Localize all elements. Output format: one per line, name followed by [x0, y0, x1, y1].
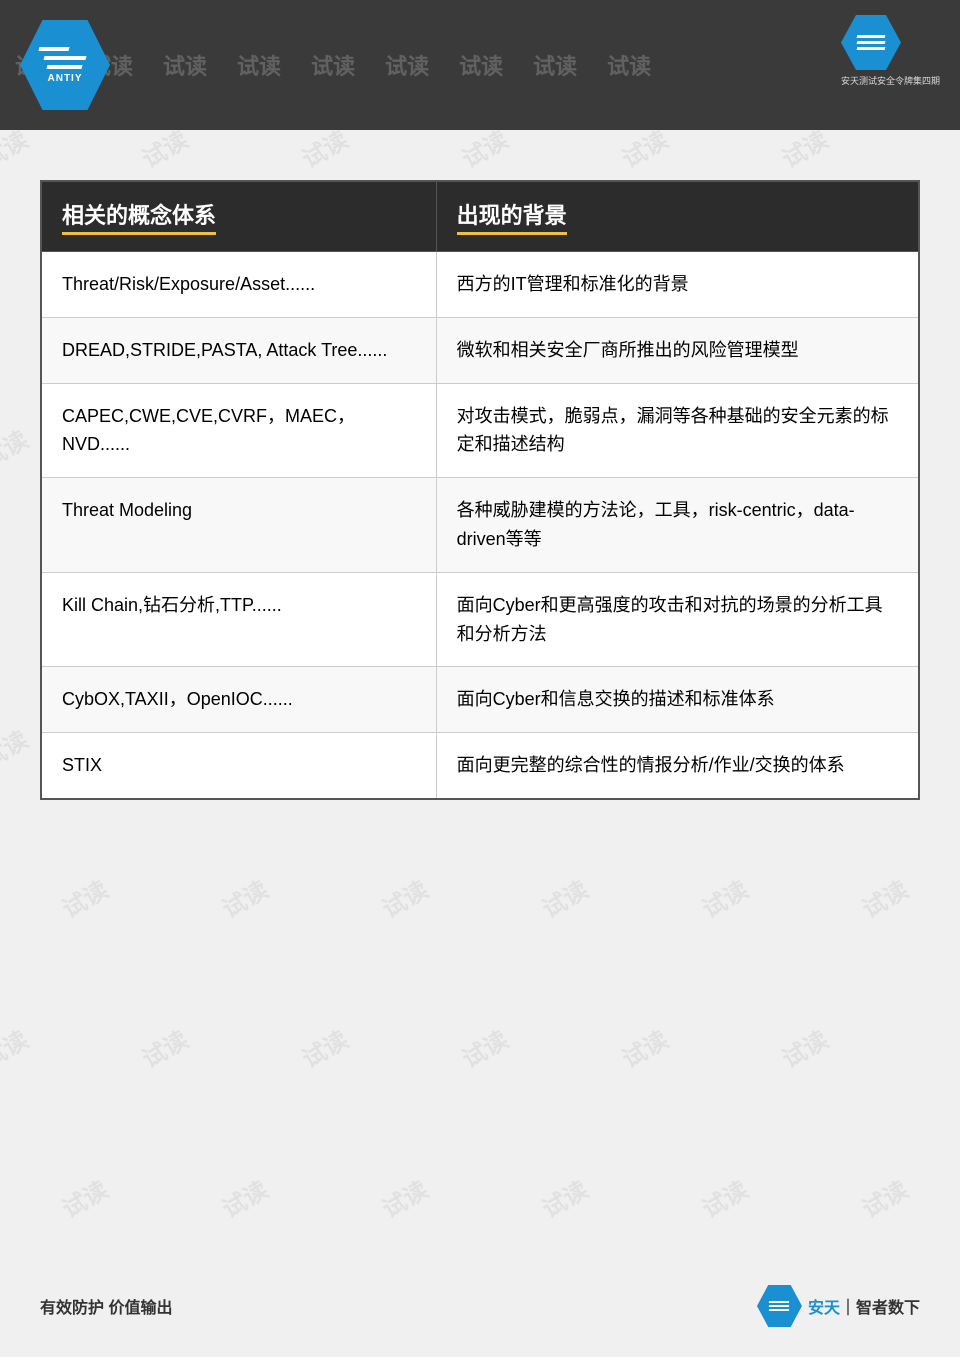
- logo-graphic: [44, 47, 86, 69]
- table-row: CybOX,TAXII，OpenIOC......面向Cyber和信息交换的描述…: [41, 667, 919, 733]
- table-cell-right: 面向Cyber和信息交换的描述和标准体系: [436, 667, 919, 733]
- table-cell-left: Threat/Risk/Exposure/Asset......: [41, 252, 436, 318]
- table-row: Kill Chain,钻石分析,TTP......面向Cyber和更高强度的攻击…: [41, 572, 919, 667]
- brand-hex-icon: [841, 15, 901, 70]
- table-cell-right: 面向更完整的综合性的情报分析/作业/交换的体系: [436, 733, 919, 799]
- table-cell-right: 西方的IT管理和标准化的背景: [436, 252, 919, 318]
- table-cell-right: 面向Cyber和更高强度的攻击和对抗的场景的分析工具和分析方法: [436, 572, 919, 667]
- col-header-right: 出现的背景: [436, 181, 919, 252]
- table-row: STIX面向更完整的综合性的情报分析/作业/交换的体系: [41, 733, 919, 799]
- brand-subtitle: 安天测试安全令牌集四期: [841, 74, 940, 87]
- logo: ANTIY: [20, 20, 110, 110]
- footer-tagline: 有效防护 价值输出: [40, 1294, 172, 1318]
- concept-table: 相关的概念体系 出现的背景 Threat/Risk/Exposure/Asset…: [40, 180, 920, 800]
- table-cell-left: Threat Modeling: [41, 478, 436, 573]
- page-footer: 有效防护 价值输出 安天｜智者数下: [0, 1285, 960, 1327]
- header-brand: 安天测试安全令牌集四期: [841, 15, 940, 87]
- page-header: 试读 试读 试读 试读 试读 试读 试读 试读 试读 ANTIY 安天测试安全令…: [0, 0, 960, 130]
- table-row: CAPEC,CWE,CVE,CVRF，MAEC，NVD......对攻击模式，脆…: [41, 383, 919, 478]
- table-row: Threat/Risk/Exposure/Asset......西方的IT管理和…: [41, 252, 919, 318]
- table-cell-left: DREAD,STRIDE,PASTA, Attack Tree......: [41, 317, 436, 383]
- footer-hex-icon: [757, 1285, 802, 1327]
- table-cell-left: CybOX,TAXII，OpenIOC......: [41, 667, 436, 733]
- logo-line-1: [38, 47, 69, 51]
- header-watermarks: 试读 试读 试读 试读 试读 试读 试读 试读 试读: [0, 0, 960, 130]
- footer-brand-text: 安天｜智者数下: [808, 1294, 920, 1318]
- logo-line-2: [43, 56, 86, 60]
- table-cell-left: CAPEC,CWE,CVE,CVRF，MAEC，NVD......: [41, 383, 436, 478]
- logo-line-3: [46, 65, 82, 69]
- table-cell-left: STIX: [41, 733, 436, 799]
- logo-text: ANTIY: [48, 73, 83, 84]
- table-row: Threat Modeling各种威胁建模的方法论，工具，risk-centri…: [41, 478, 919, 573]
- footer-brand: 安天｜智者数下: [757, 1285, 920, 1327]
- table-header-row: 相关的概念体系 出现的背景: [41, 181, 919, 252]
- table-cell-right: 各种威胁建模的方法论，工具，risk-centric，data-driven等等: [436, 478, 919, 573]
- table-cell-right: 对攻击模式，脆弱点，漏洞等各种基础的安全元素的标定和描述结构: [436, 383, 919, 478]
- main-content: 相关的概念体系 出现的背景 Threat/Risk/Exposure/Asset…: [0, 130, 960, 830]
- table-body: Threat/Risk/Exposure/Asset......西方的IT管理和…: [41, 252, 919, 799]
- table-cell-left: Kill Chain,钻石分析,TTP......: [41, 572, 436, 667]
- table-cell-right: 微软和相关安全厂商所推出的风险管理模型: [436, 317, 919, 383]
- col-header-left: 相关的概念体系: [41, 181, 436, 252]
- table-row: DREAD,STRIDE,PASTA, Attack Tree......微软和…: [41, 317, 919, 383]
